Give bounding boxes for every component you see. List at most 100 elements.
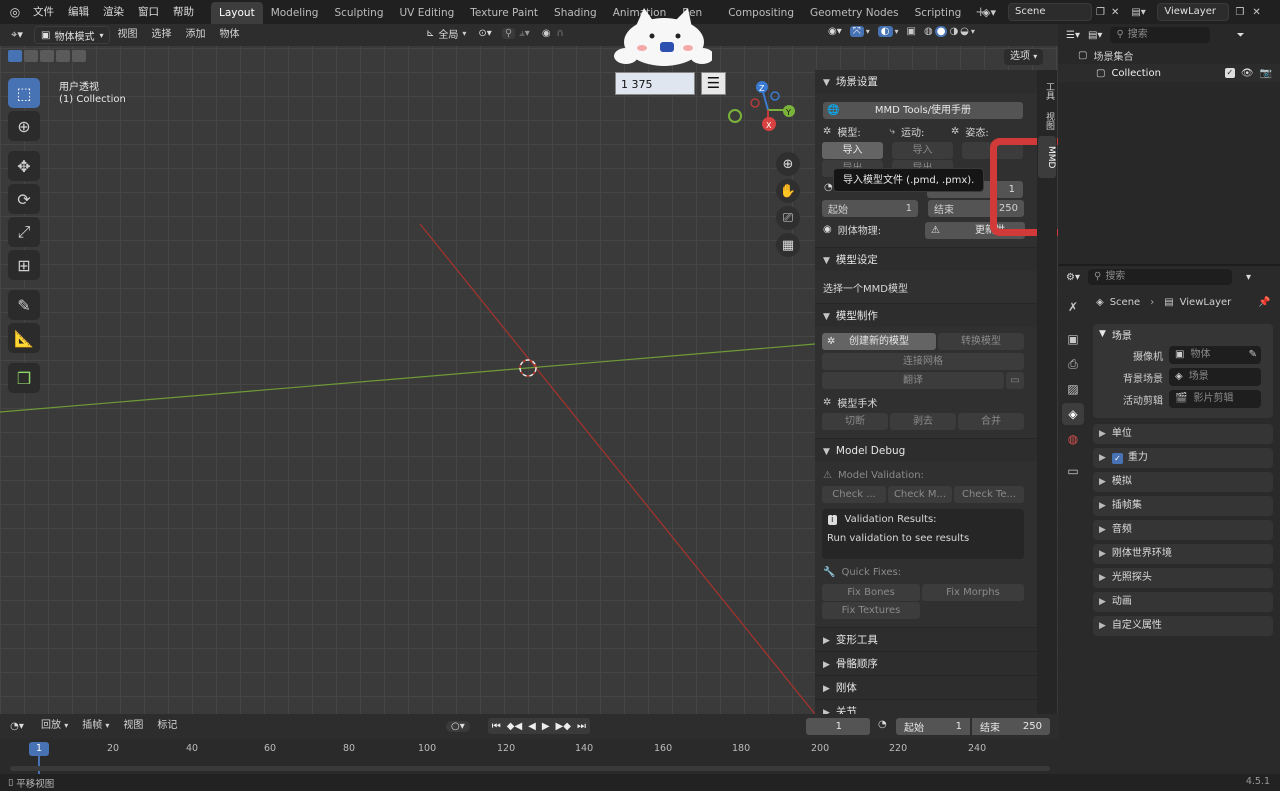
menu-playback[interactable]: 回放 ▾ <box>34 715 75 737</box>
outliner-editor-icon[interactable]: ☰▾ <box>1066 30 1080 41</box>
menu-window[interactable]: 窗口 <box>131 0 166 24</box>
custom-properties-section[interactable]: ▶ 自定义属性 <box>1093 616 1273 636</box>
play-icon[interactable]: ▶ <box>542 721 550 732</box>
cut-button[interactable]: 切断 <box>822 413 888 430</box>
mmd-manual-button[interactable]: 🌐 MMD Tools/使用手册 <box>823 102 1023 119</box>
scene-icon[interactable]: ◈▾ <box>982 6 1008 19</box>
number-field[interactable]: 1 375 <box>615 72 695 95</box>
scale-tool-icon[interactable]: ⤢ <box>8 217 40 247</box>
jump-start-icon[interactable]: ⏮ <box>492 721 501 732</box>
menu-object[interactable]: 物体 <box>212 24 246 46</box>
navigation-gizmo[interactable]: Z Y X <box>722 76 812 156</box>
tab-mmd[interactable]: MMD <box>1038 136 1056 179</box>
joint-header[interactable]: ▶ 关节 <box>815 699 1037 714</box>
gizmo-toggle-icon[interactable]: ⤧ <box>849 26 864 37</box>
tab-geometry-nodes[interactable]: Geometry Nodes <box>802 2 907 24</box>
blender-logo-icon[interactable]: ◎ <box>4 5 26 19</box>
jump-end-icon[interactable]: ⏭ <box>577 721 586 732</box>
eye-icon[interactable]: 👁 <box>1241 68 1254 79</box>
camera-view-icon[interactable]: ⎚ <box>776 206 800 230</box>
model-debug-header[interactable]: ▼ Model Debug <box>815 438 1037 462</box>
light-probes-section[interactable]: ▶ 光照探头 <box>1093 568 1273 588</box>
play-reverse-icon[interactable]: ◀ <box>528 721 536 732</box>
viewlayer-name-field[interactable]: ViewLayer <box>1157 3 1230 21</box>
render-tab-icon[interactable]: ▣ <box>1062 328 1084 350</box>
menu-view[interactable]: 视图 <box>110 24 144 46</box>
timeline-editor-icon[interactable]: ◔▾ <box>0 721 34 732</box>
world-tab-icon[interactable]: ◍ <box>1062 428 1084 450</box>
scene-panel-header[interactable]: ▼ 场景 <box>1093 324 1273 344</box>
gizmo-dropdown-icon[interactable]: ▾ <box>866 27 870 36</box>
shading-dropdown-icon[interactable]: ▾ <box>971 27 975 36</box>
menu-edit[interactable]: 编辑 <box>61 0 96 24</box>
tab-uv-editing[interactable]: UV Editing <box>392 2 463 24</box>
menu-marker[interactable]: 标记 <box>150 715 184 737</box>
material-shading-icon[interactable]: ◑ <box>949 26 958 37</box>
editor-type-icon[interactable]: ⌖▾ <box>0 28 34 42</box>
tab-modeling[interactable]: Modeling <box>263 2 327 24</box>
translate-options-button[interactable]: ▭ <box>1006 372 1024 389</box>
viewlayer-new-icon[interactable]: ❐ <box>1235 7 1244 18</box>
next-keyframe-icon[interactable]: ▶◆ <box>556 721 571 732</box>
zoom-icon[interactable]: ⊕ <box>776 152 800 176</box>
camera-field[interactable]: ▣ 物体 ✎ <box>1169 346 1261 364</box>
model-making-header[interactable]: ▼ 模型制作 <box>815 303 1037 327</box>
tab-tool[interactable]: 工具 <box>1038 76 1056 106</box>
menu-timeline-view[interactable]: 视图 <box>116 715 150 737</box>
model-import-button[interactable]: 导入 <box>822 142 883 159</box>
check-button-1[interactable]: Check ... <box>822 486 886 503</box>
options-dropdown[interactable]: 选项 ▾ <box>1004 49 1044 65</box>
start-frame-field[interactable]: 起始 1 <box>822 200 918 217</box>
outliner-search-input[interactable]: ⚲ 搜索 <box>1110 27 1211 43</box>
solid-shading-icon[interactable]: ● <box>934 26 948 37</box>
tab-scripting[interactable]: Scripting <box>907 2 970 24</box>
menu-keying[interactable]: 插帧 ▾ <box>75 715 116 737</box>
preview-range-icon[interactable]: ◔ <box>878 719 887 730</box>
keying-sets-section[interactable]: ▶ 插帧集 <box>1093 496 1273 516</box>
fix-textures-button[interactable]: Fix Textures <box>822 602 920 619</box>
rigid-body-header[interactable]: ▶ 刚体 <box>815 675 1037 699</box>
check-button-3[interactable]: Check Te... <box>954 486 1024 503</box>
wireframe-shading-icon[interactable]: ◍ <box>924 26 933 37</box>
timeline-ruler[interactable]: 1 20 40 60 80 100 120 140 160 180 200 22… <box>0 740 1058 774</box>
translate-button[interactable]: 翻译 <box>822 372 1004 389</box>
overlay-dropdown-icon[interactable]: ▾ <box>895 27 899 36</box>
background-scene-field[interactable]: ◈ 场景 <box>1169 368 1261 386</box>
timeline-scrollbar[interactable] <box>10 766 1050 771</box>
add-cube-tool-icon[interactable]: ❒ <box>8 363 40 393</box>
scene-collection-row[interactable]: ▢ 场景集合 <box>1058 46 1280 64</box>
pivot-icon[interactable]: ⊙▾ <box>478 28 491 39</box>
model-settings-header[interactable]: ▼ 模型设定 <box>815 247 1037 271</box>
snap-icon[interactable]: ⚲ <box>501 28 516 39</box>
timeline-end-field[interactable]: 结束 250 <box>972 718 1050 735</box>
eyedropper-icon[interactable]: ✎ <box>1249 346 1257 364</box>
menu-render[interactable]: 渲染 <box>96 0 131 24</box>
rigid-body-world-section[interactable]: ▶ 刚体世界环境 <box>1093 544 1273 564</box>
rendered-shading-icon[interactable]: ◒ <box>960 26 969 37</box>
tool-tab-icon[interactable]: ✗ <box>1062 296 1084 318</box>
display-mode-icon[interactable]: ▤▾ <box>1088 30 1102 41</box>
prev-keyframe-icon[interactable]: ◆◀ <box>507 721 522 732</box>
join-mesh-button[interactable]: 连接网格 <box>822 353 1024 370</box>
scene-new-icon[interactable]: ❐ <box>1096 7 1105 18</box>
overlay-toggle-icon[interactable]: ◐ <box>877 26 893 37</box>
scene-tab-icon[interactable]: ◈ <box>1062 403 1084 425</box>
orientation-icon[interactable]: ⊾ <box>426 28 434 39</box>
menu-help[interactable]: 帮助 <box>166 0 201 24</box>
tab-layout[interactable]: Layout <box>211 2 263 24</box>
mode-select[interactable]: ▣ 物体模式 ▾ <box>34 26 111 44</box>
pan-hand-icon[interactable]: ✋ <box>776 179 800 203</box>
proportional-edit-icon[interactable]: ◉ <box>542 28 551 39</box>
create-model-button[interactable]: ✲ 创建新的模型 <box>822 333 936 350</box>
tab-sculpting[interactable]: Sculpting <box>326 2 391 24</box>
rotate-tool-icon[interactable]: ⟳ <box>8 184 40 214</box>
camera-icon[interactable]: 📷 <box>1260 68 1272 79</box>
auto-keying-icon[interactable]: ○▾ <box>446 720 470 732</box>
strip-button[interactable]: 剥去 <box>890 413 956 430</box>
gravity-checkbox[interactable]: ✓ <box>1111 452 1123 464</box>
animation-section[interactable]: ▶ 动画 <box>1093 592 1273 612</box>
falloff-icon[interactable]: ∩ <box>557 28 564 39</box>
deform-tools-header[interactable]: ▶ 变形工具 <box>815 627 1037 651</box>
select-intersect-icon[interactable] <box>72 50 86 62</box>
menu-select[interactable]: 选择 <box>144 24 178 46</box>
